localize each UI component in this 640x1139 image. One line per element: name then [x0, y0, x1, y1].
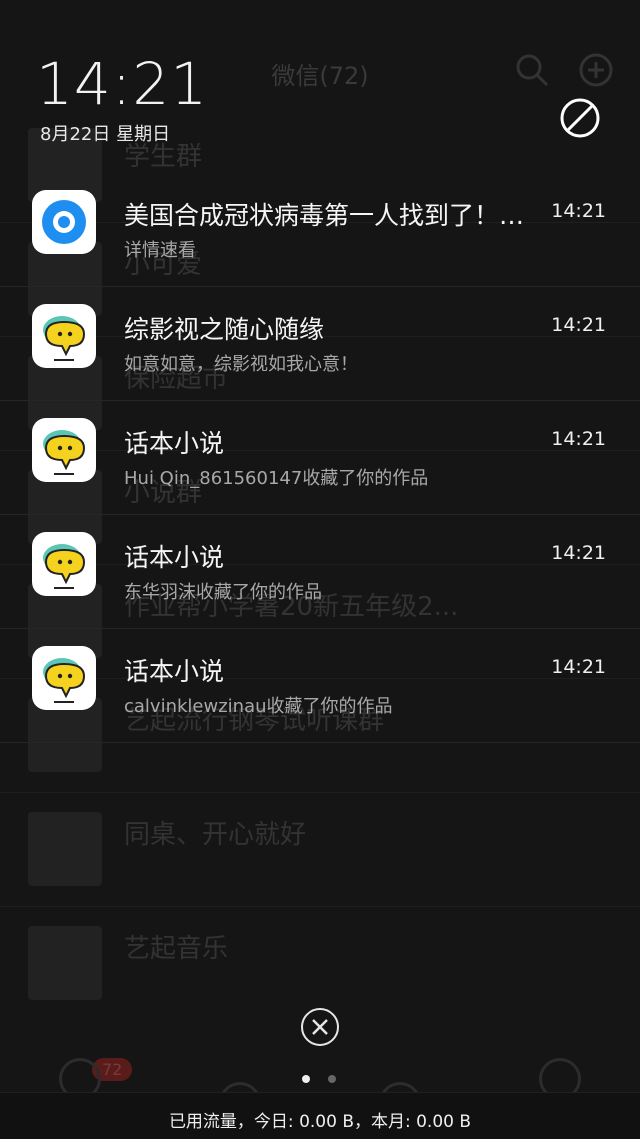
notification-title: 美国合成冠状病毒第一人找到了！… — [124, 201, 525, 230]
notification-time: 14:21 — [551, 200, 606, 222]
data-usage-text: 已用流量，今日: 0.00 B，本月: 0.00 B — [168, 1112, 472, 1132]
avatar — [28, 812, 102, 886]
notification-title: 综影视之随心随缘 — [124, 315, 325, 344]
notification-body: Hui Qin_861560147收藏了你的作品 — [124, 468, 429, 489]
notification-body: calvinklewzinau收藏了你的作品 — [124, 696, 393, 717]
bg-chat-row: 艺起音乐 — [0, 906, 640, 1020]
huaben-app-icon — [32, 304, 96, 368]
search-icon — [516, 54, 549, 87]
notification-item[interactable]: 话本小说 calvinklewzinau收藏了你的作品 14:21 — [0, 628, 640, 743]
huaben-app-icon — [32, 532, 96, 596]
notification-body: 东华羽沫收藏了你的作品 — [124, 582, 322, 603]
notification-title: 话本小说 — [124, 429, 225, 458]
status-date: 8月22日 星期日 — [40, 124, 171, 145]
bg-chat-row: 同桌、开心就好 — [0, 792, 640, 907]
notification-title: 话本小说 — [124, 543, 225, 572]
notification-item[interactable]: 美国合成冠状病毒第一人找到了！… 详情速看 14:21 — [0, 172, 640, 287]
notification-item[interactable]: 综影视之随心随缘 如意如意，综影视如我心意！ 14:21 — [0, 286, 640, 401]
page-dot — [328, 1075, 336, 1083]
status-clock: 14:21 — [36, 50, 209, 118]
notification-time: 14:21 — [551, 428, 606, 450]
notification-time: 14:21 — [551, 314, 606, 336]
blue-circle-app-icon — [32, 190, 96, 254]
notification-body: 如意如意，综影视如我心意！ — [124, 354, 358, 375]
clear-all-notifications-button[interactable] — [300, 1007, 340, 1047]
do-not-disturb-icon[interactable] — [558, 96, 602, 140]
data-usage-bar: 已用流量，今日: 0.00 B，本月: 0.00 B — [0, 1092, 640, 1139]
bg-chat-name: 同桌、开心就好 — [124, 820, 307, 850]
add-icon — [579, 53, 613, 87]
avatar — [28, 926, 102, 1000]
notification-body: 详情速看 — [124, 240, 196, 261]
huaben-app-icon — [32, 418, 96, 482]
notification-title: 话本小说 — [124, 657, 225, 686]
notification-time: 14:21 — [551, 656, 606, 678]
bg-chat-name: 艺起音乐 — [124, 934, 229, 964]
notification-time: 14:21 — [551, 542, 606, 564]
notification-item[interactable]: 话本小说 东华羽沫收藏了你的作品 14:21 — [0, 514, 640, 629]
notification-item[interactable]: 话本小说 Hui Qin_861560147收藏了你的作品 14:21 — [0, 400, 640, 515]
page-indicator — [300, 1075, 340, 1085]
huaben-app-icon — [32, 646, 96, 710]
page-dot-active — [302, 1075, 310, 1083]
